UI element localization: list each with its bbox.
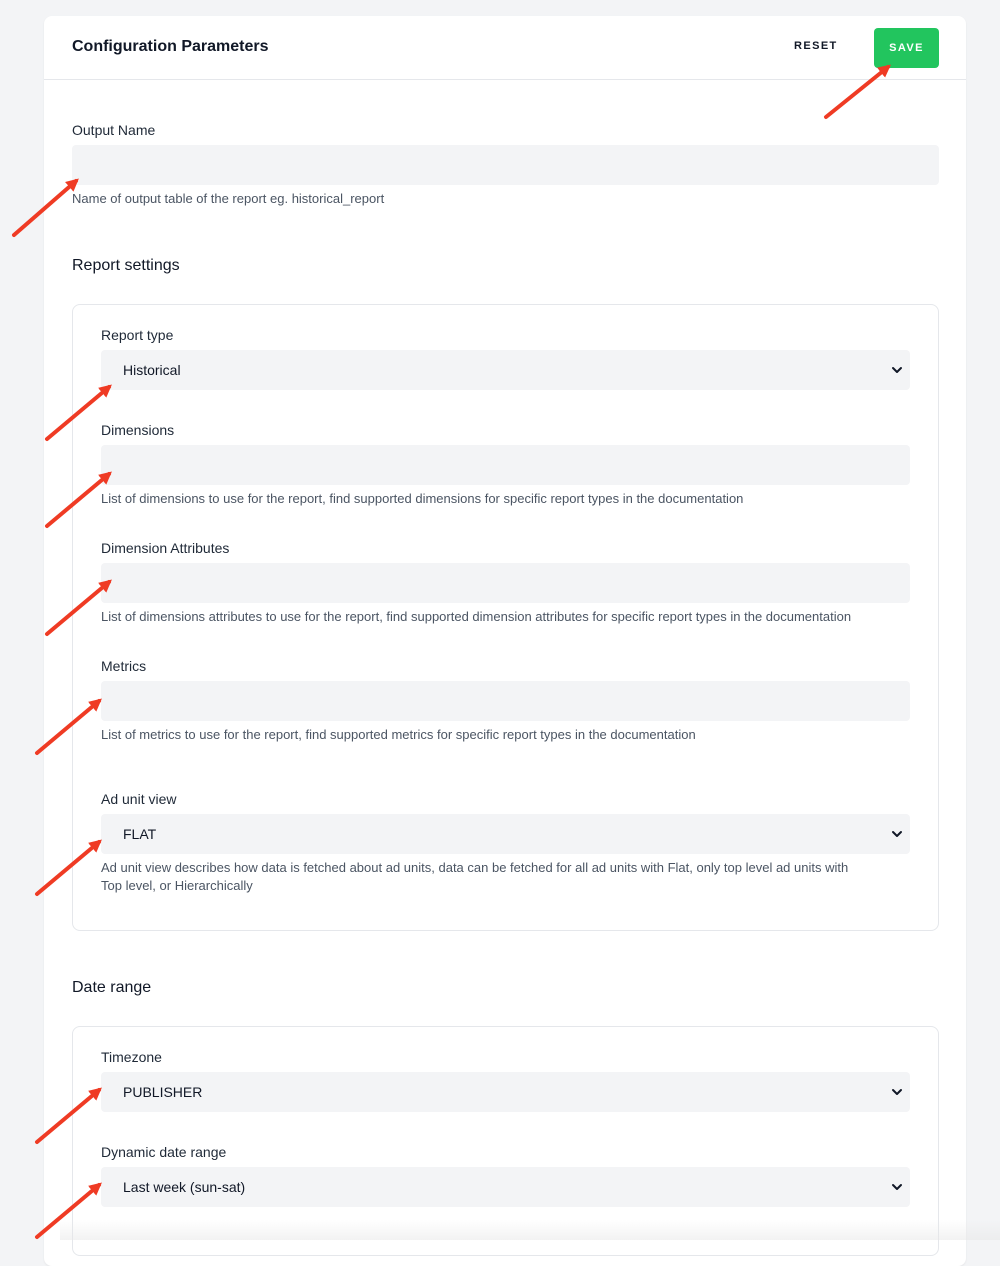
chevron-down-icon [892, 1089, 902, 1095]
bottom-shadow [60, 1220, 1000, 1240]
report-type-select[interactable]: Historical [101, 350, 910, 390]
reset-button[interactable]: RESET [794, 40, 838, 52]
ad-unit-view-help-line1: Ad unit view describes how data is fetch… [101, 860, 849, 875]
ad-unit-view-help-line2: Top level, or Hierarchically [101, 878, 253, 893]
report-type-label: Report type [101, 327, 174, 343]
dynamic-date-range-value: Last week (sun-sat) [123, 1179, 246, 1195]
report-type-value: Historical [123, 362, 181, 378]
ad-unit-view-select[interactable]: FLAT [101, 814, 910, 854]
metrics-help: List of metrics to use for the report, f… [101, 727, 696, 742]
output-name-label: Output Name [72, 122, 156, 138]
report-settings-heading: Report settings [72, 257, 180, 274]
dimensions-input[interactable] [101, 445, 910, 485]
dimension-attributes-label: Dimension Attributes [101, 540, 230, 556]
page-title: Configuration Parameters [72, 38, 269, 55]
dimensions-label: Dimensions [101, 422, 175, 438]
chevron-down-icon [892, 1184, 902, 1190]
panel-header: Configuration Parameters RESET SAVE [44, 16, 966, 80]
ad-unit-view-value: FLAT [123, 826, 157, 842]
dimension-attributes-help: List of dimensions attributes to use for… [101, 609, 852, 624]
dimensions-help: List of dimensions to use for the report… [101, 491, 744, 506]
metrics-label: Metrics [101, 658, 147, 674]
dynamic-date-range-label: Dynamic date range [101, 1144, 227, 1160]
output-name-help: Name of output table of the report eg. h… [72, 191, 385, 206]
dynamic-date-range-select[interactable]: Last week (sun-sat) [101, 1167, 910, 1207]
timezone-label: Timezone [101, 1049, 162, 1065]
timezone-value: PUBLISHER [123, 1084, 203, 1100]
metrics-input[interactable] [101, 681, 910, 721]
date-range-heading: Date range [72, 979, 152, 996]
chevron-down-icon [892, 831, 902, 837]
ad-unit-view-label: Ad unit view [101, 791, 177, 807]
timezone-select[interactable]: PUBLISHER [101, 1072, 910, 1112]
chevron-down-icon [892, 367, 902, 373]
output-name-input[interactable] [72, 145, 939, 185]
save-button[interactable]: SAVE [874, 28, 939, 68]
dimension-attributes-input[interactable] [101, 563, 910, 603]
